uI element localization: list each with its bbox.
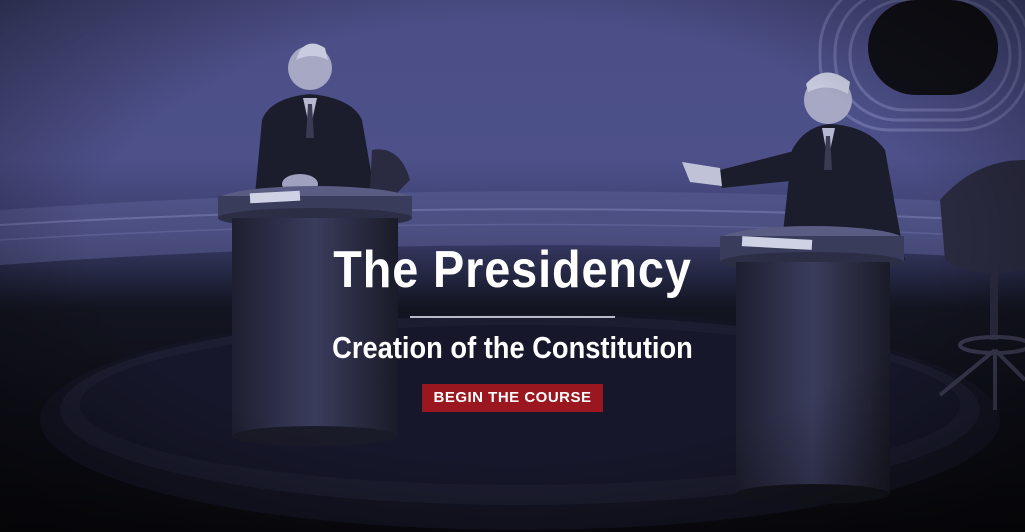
begin-course-button[interactable]: BEGIN THE COURSE	[422, 384, 603, 412]
hero-banner: The Presidency Creation of the Constitut…	[0, 0, 1025, 532]
hero-text-overlay: The Presidency Creation of the Constitut…	[0, 238, 1025, 412]
page-title: The Presidency	[333, 241, 692, 299]
title-divider	[410, 316, 615, 318]
course-subtitle: Creation of the Constitution	[332, 330, 693, 365]
